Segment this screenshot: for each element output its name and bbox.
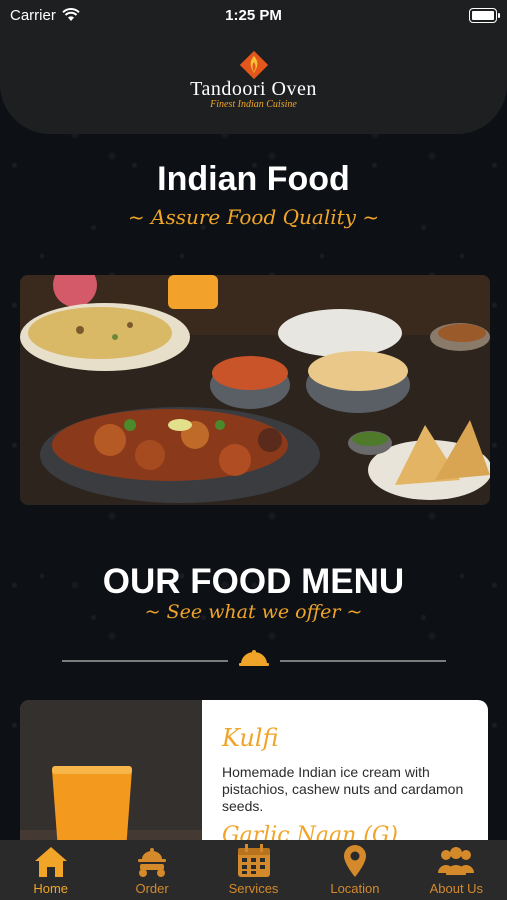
tab-label: Services (228, 881, 279, 896)
tab-label: Order (135, 881, 169, 896)
food-platter-illustration (20, 275, 490, 505)
serving-cloche-icon (239, 650, 269, 666)
wifi-icon (62, 8, 80, 21)
hero-subtitle: ~ Assure Food Quality ~ (127, 205, 380, 229)
battery-icon (469, 7, 500, 23)
brand-tagline: Finest Indian Cuisine (210, 99, 297, 110)
brand-name: Tandoori Oven (190, 78, 317, 100)
tab-about-us[interactable]: About Us (406, 840, 507, 900)
calendar-icon (237, 844, 270, 877)
delivery-scooter-icon (138, 848, 167, 877)
menu-item-name: Kulfi (222, 724, 279, 752)
tab-bar: Home Order Services Location About Us (0, 840, 507, 900)
tab-label: Location (330, 881, 380, 896)
menu-section-title: OUR FOOD MENU (102, 562, 405, 601)
carrier-label: Carrier (10, 6, 56, 24)
people-icon (438, 847, 475, 875)
brand-logo[interactable]: Tandoori Oven Finest Indian Cuisine (0, 50, 507, 110)
tab-label: About Us (429, 881, 484, 896)
hero-title: Indian Food (157, 160, 350, 198)
divider-left (62, 660, 228, 662)
tab-location[interactable]: Location (304, 840, 405, 900)
tab-services[interactable]: Services (203, 840, 304, 900)
divider-right (280, 660, 446, 662)
menu-item-image (20, 700, 202, 860)
hero-food-image (20, 275, 490, 505)
flame-logo-icon (239, 50, 268, 80)
kulfi-drink-illustration (20, 700, 202, 860)
home-icon (34, 847, 67, 877)
tab-order[interactable]: Order (101, 840, 202, 900)
tab-home[interactable]: Home (0, 840, 101, 900)
tab-label: Home (33, 881, 69, 896)
status-bar: Carrier 1:25 PM (0, 0, 507, 30)
menu-item-description: Homemade Indian ice cream with pistachio… (222, 764, 464, 814)
menu-item-card[interactable]: Kulfi Homemade Indian ice cream with pis… (20, 700, 488, 860)
menu-section-subtitle: ~ See what we offer ~ (144, 601, 363, 623)
map-pin-icon (343, 845, 366, 877)
